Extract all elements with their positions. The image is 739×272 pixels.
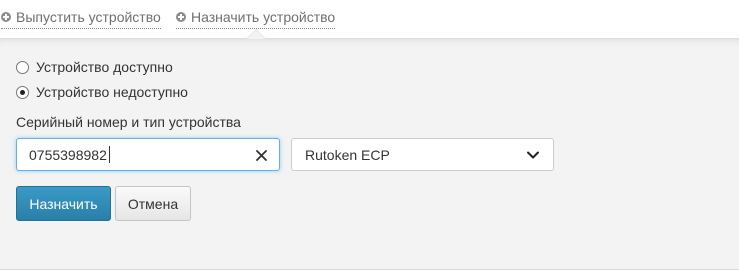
assign-device-link[interactable]: Назначить устройство [176, 7, 336, 29]
text-cursor [109, 146, 110, 163]
release-device-label: Выпустить устройство [16, 9, 161, 25]
radio-button[interactable] [16, 85, 29, 99]
cancel-button[interactable]: Отмена [115, 186, 191, 221]
panel-pointer-fill [247, 30, 265, 39]
serial-field-label: Серийный номер и тип устройства [16, 114, 241, 130]
radio-device-unavailable[interactable]: Устройство недоступно [16, 84, 188, 100]
device-type-select[interactable]: Rutoken ECP [291, 138, 554, 171]
assign-button[interactable]: Назначить [16, 186, 111, 221]
plus-circle-icon [1, 12, 11, 22]
top-actions-bar: Выпустить устройство Назначить устройств… [0, 0, 739, 38]
serial-number-input[interactable] [17, 139, 237, 170]
radio-button[interactable] [16, 60, 29, 74]
device-type-value: Rutoken ECP [305, 146, 390, 163]
chevron-down-icon [527, 151, 539, 158]
assign-device-label: Назначить устройство [191, 9, 336, 25]
plus-circle-icon [176, 12, 186, 22]
radio-device-available[interactable]: Устройство доступно [16, 59, 173, 75]
release-device-link[interactable]: Выпустить устройство [1, 7, 161, 29]
serial-number-field[interactable] [16, 138, 280, 171]
clear-icon[interactable] [251, 145, 271, 165]
radio-label: Устройство недоступно [36, 84, 188, 100]
radio-label: Устройство доступно [36, 59, 173, 75]
